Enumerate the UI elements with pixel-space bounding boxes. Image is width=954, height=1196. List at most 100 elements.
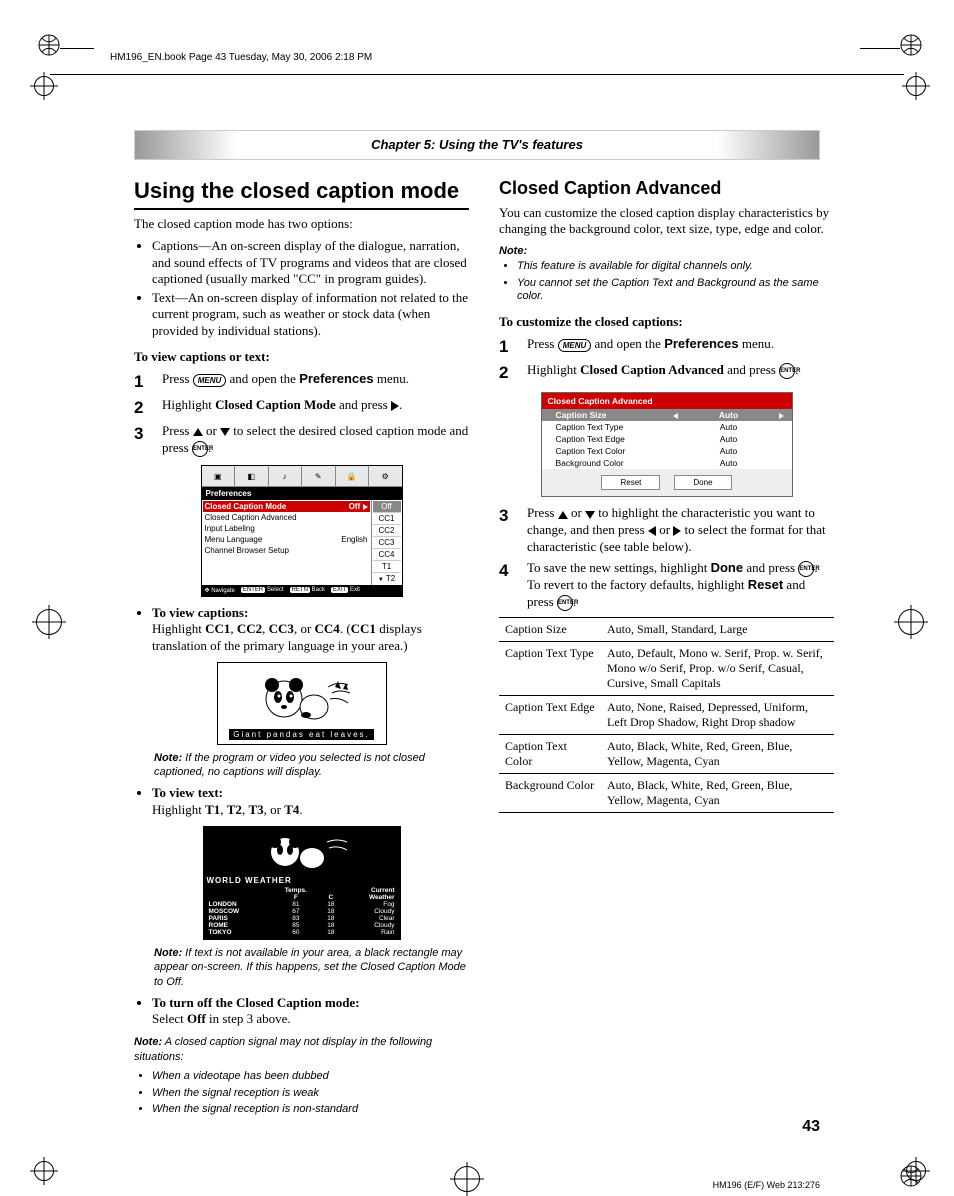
osd-row: Caption Text EdgeAuto [542,433,792,445]
table-row: Caption SizeAuto, Small, Standard, Large [499,618,834,642]
osd-row: Channel Browser Setup [203,545,370,556]
weather-table: Temps.Current FCWeather LONDON8118Fog MO… [207,887,397,936]
right-arrow-icon [779,413,784,419]
registration-mark-icon [30,72,58,100]
osd-row: Caption Text ColorAuto [542,445,792,457]
down-arrow-icon [220,428,230,436]
registration-mark-icon [894,605,928,639]
right-arrow-icon [363,504,368,510]
osd-row: Closed Caption Advanced [203,512,370,523]
enter-button-icon: ENTER [779,363,795,379]
view-captions: To view captions: Highlight CC1, CC2, CC… [152,605,469,654]
left-arrow-icon [673,413,678,419]
panda-illustration: Giant pandas eat leaves. [217,662,387,745]
menu-button-icon: MENU [558,339,592,352]
footer-code: HM196 (E/F) Web 213:276 [713,1180,820,1190]
note: Note: If the program or video you select… [154,751,469,780]
osd-row: Background ColorAuto [542,457,792,469]
ornament-globe-icon [900,34,922,56]
left-column: Using the closed caption mode The closed… [134,178,469,1125]
crop-line [60,48,94,49]
step-3: 3 Press or to select the desired closed … [134,423,469,457]
caption-example: Giant pandas eat leaves. [229,729,374,740]
menu-button-icon: MENU [193,374,227,387]
registration-mark-icon [32,605,66,639]
turn-off: To turn off the Closed Caption mode: Sel… [152,995,469,1028]
reset-button: Reset [601,475,660,490]
right-column: Closed Caption Advanced You can customiz… [499,178,834,1125]
note-block: Note: [499,244,834,258]
done-button: Done [674,475,731,490]
step-4: 4 To save the new settings, highlight Do… [499,560,834,611]
osd-row: Input Labeling [203,523,370,534]
up-arrow-icon [558,511,568,519]
note-item: When the signal reception is weak [152,1087,469,1101]
page-number: 43 [802,1118,820,1136]
osd-title: Closed Caption Advanced [542,393,792,409]
options-table: Caption SizeAuto, Small, Standard, Large… [499,617,834,813]
step-1: 1 Press MENU and open the Preferences me… [499,336,834,358]
registration-mark-icon [450,1162,484,1196]
step-2: 2 Highlight Closed Caption Advanced and … [499,362,834,384]
right-arrow-icon [391,401,399,411]
tab-icon: ▣ [202,466,236,486]
osd-title: Preferences [202,487,402,500]
note: Note: If text is not available in your a… [154,946,469,989]
osd-opt: T1 [373,561,401,573]
tab-icon: ♪ [269,466,303,486]
intro-text: The closed caption mode has two options: [134,216,469,232]
subheading: To view captions or text: [134,349,469,365]
table-row: Caption Text ColorAuto, Black, White, Re… [499,735,834,774]
left-arrow-icon [648,526,656,536]
note-item: When a videotape has been dubbed [152,1070,469,1084]
tab-icon: 🔒 [336,466,370,486]
osd-opt: CC2 [373,525,401,537]
chapter-bar: Chapter 5: Using the TV's features [134,130,820,160]
osd-row: Menu LanguageEnglish [203,534,370,545]
step-2: 2 Highlight Closed Caption Mode and pres… [134,397,469,419]
note-item: You cannot set the Caption Text and Back… [517,277,834,305]
subsection-heading: Closed Caption Advanced [499,178,834,199]
option-item: Text—An on-screen display of information… [152,290,469,339]
osd-row-selected: Caption Size Auto [542,409,792,421]
down-arrow-icon [585,511,595,519]
osd-footer: ✥ Navigate ENTER Select RETN Back EXIT E… [202,585,402,596]
step-1: 1 Press MENU and open the Preferences me… [134,371,469,393]
note: Note: A closed caption signal may not di… [134,1035,469,1064]
enter-button-icon: ENTER [557,595,573,611]
table-row: Background ColorAuto, Black, White, Red,… [499,774,834,813]
crop-line [860,48,900,49]
registration-mark-icon [902,1157,930,1185]
note-item: This feature is available for digital ch… [517,260,834,274]
osd-opt: Off [373,501,401,513]
weather-title: WORLD WEATHER [207,876,397,885]
header-text: HM196_EN.book Page 43 Tuesday, May 30, 2… [110,52,372,63]
subheading: To customize the closed captions: [499,314,834,330]
option-list: Captions—An on-screen display of the dia… [134,238,469,339]
osd-opt: CC1 [373,513,401,525]
weather-illustration: WORLD WEATHER Temps.Current FCWeather LO… [203,826,401,940]
table-row: Caption Text TypeAuto, Default, Mono w. … [499,642,834,696]
osd-preferences-menu: ▣ ◧ ♪ ✎ 🔒 ⚙ Preferences Closed Caption M… [201,465,403,597]
tab-icon: ✎ [302,466,336,486]
table-row: Caption Text EdgeAuto, None, Raised, Dep… [499,696,834,735]
tab-icon: ◧ [235,466,269,486]
osd-opt: CC3 [373,537,401,549]
osd-cc-advanced: Closed Caption Advanced Caption Size Aut… [541,392,793,497]
section-heading: Using the closed caption mode [134,178,469,210]
osd-row-selected: Closed Caption ModeOff [203,501,370,512]
note-item: When the signal reception is non-standar… [152,1103,469,1117]
option-item: Captions—An on-screen display of the dia… [152,238,469,287]
enter-button-icon: ENTER [798,561,814,577]
intro-text: You can customize the closed caption dis… [499,205,834,238]
view-text: To view text: Highlight T1, T2, T3, or T… [152,785,469,818]
tab-icon: ⚙ [369,466,402,486]
up-arrow-icon [193,428,203,436]
registration-mark-icon [902,72,930,100]
enter-button-icon: ENTER [192,441,208,457]
page: HM196_EN.book Page 43 Tuesday, May 30, 2… [0,0,954,1193]
step-3: 3 Press or to highlight the characterist… [499,505,834,556]
osd-opt: CC4 [373,549,401,561]
osd-row: Caption Text TypeAuto [542,421,792,433]
ornament-globe-icon [38,34,60,56]
